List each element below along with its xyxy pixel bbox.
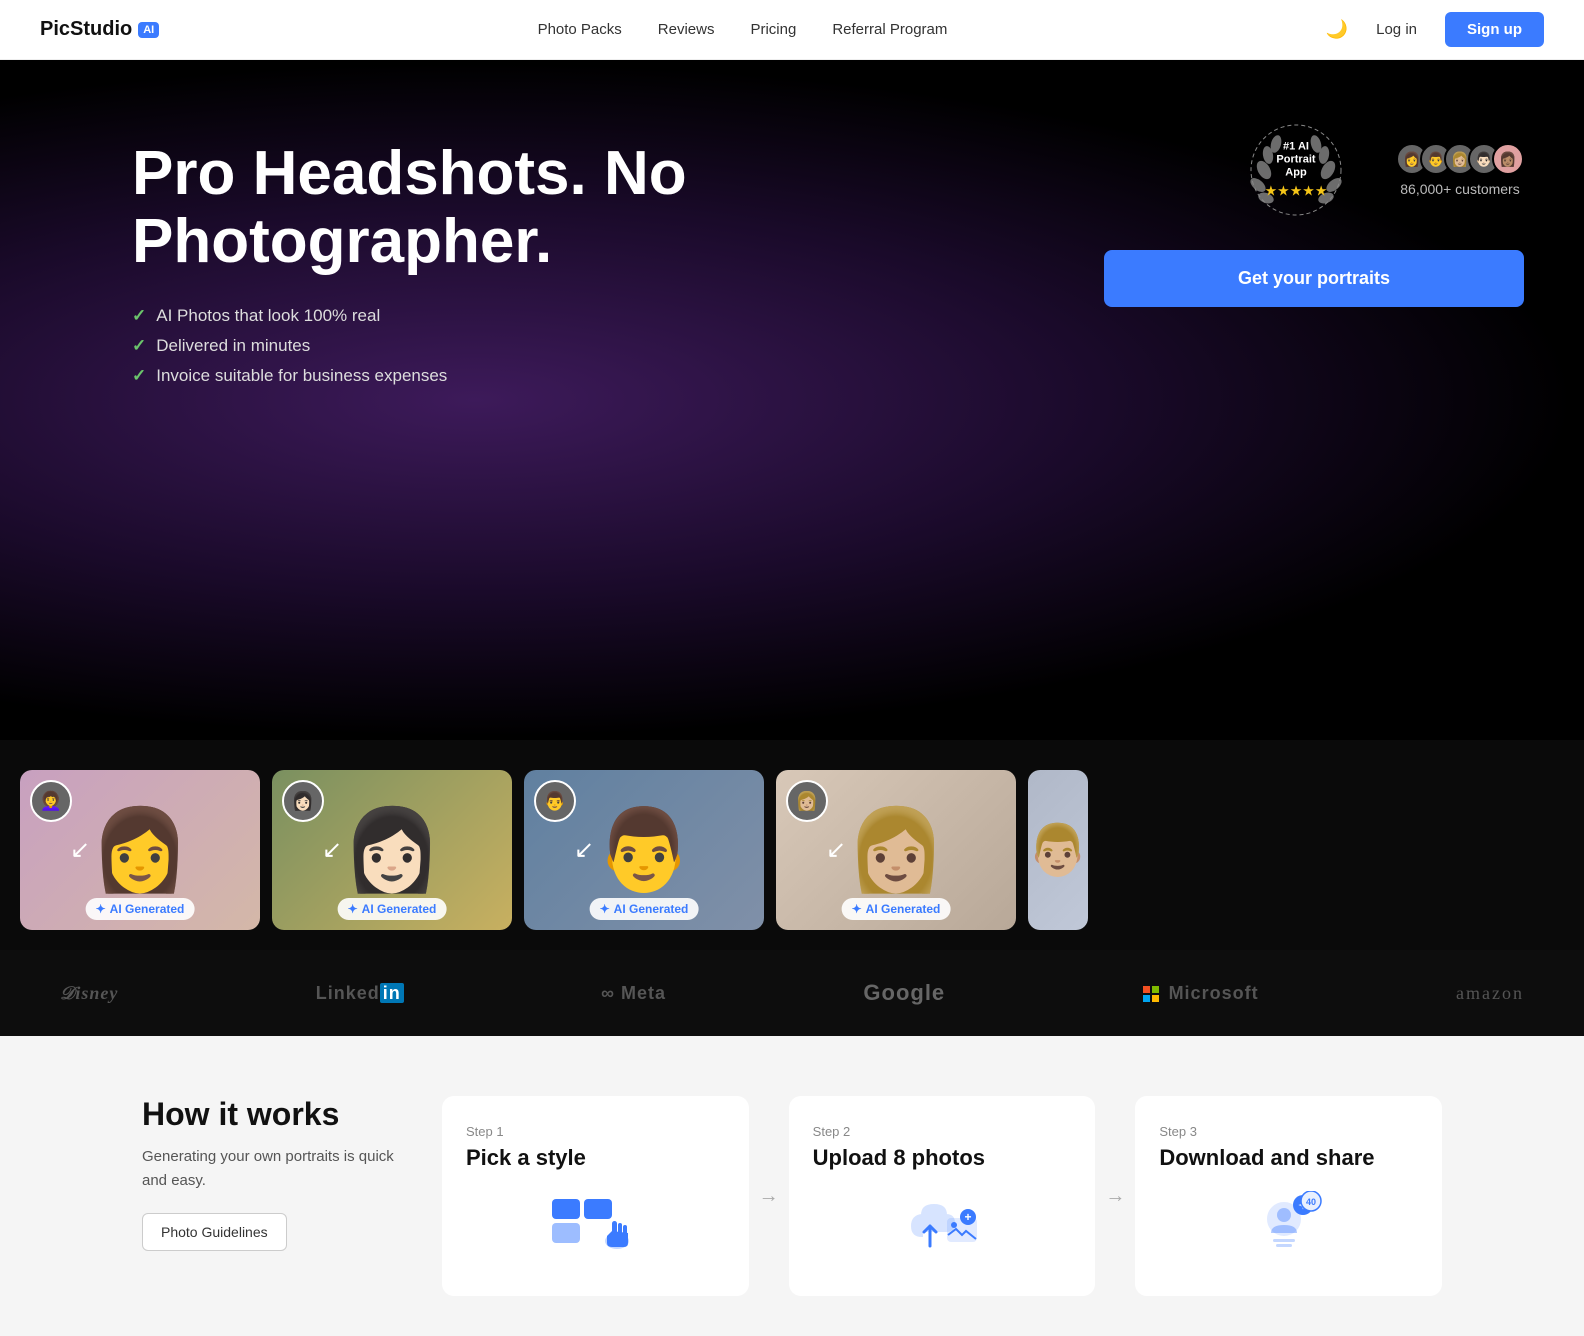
pick-style-icon <box>550 1191 640 1256</box>
steps-container: Step 1 Pick a style <box>442 1096 1442 1296</box>
original-thumb-2: 👩🏻 <box>282 780 324 822</box>
award-title: #1 AI Portrait App <box>1265 141 1328 181</box>
customers-badge: 👩 👨 👩🏼 👨🏻 👩🏽 86,000+ customers <box>1396 143 1524 197</box>
customers-count: 86,000+ customers <box>1400 181 1519 197</box>
nav-referral[interactable]: Referral Program <box>832 21 947 38</box>
how-inner: How it works Generating your own portrai… <box>142 1096 1442 1296</box>
hero-section: Pro Headshots. No Photographer. AI Photo… <box>0 60 1584 740</box>
cta-button[interactable]: Get your portraits <box>1104 250 1524 307</box>
hero-headline: Pro Headshots. No Photographer. <box>132 140 712 276</box>
brand-google: Google <box>863 980 945 1006</box>
ai-badge-label-3: ✦ AI Generated <box>590 898 699 920</box>
hero-right: #1 AI Portrait App ★★★★★ 👩 👨 👩🏼 👨🏻 👩🏽 86… <box>1104 120 1584 307</box>
ai-badge-label-1: ✦ AI Generated <box>86 898 195 920</box>
original-thumb-4: 👩🏼 <box>786 780 828 822</box>
step-1-icon <box>466 1191 725 1256</box>
photo-card-1: 👩 👩‍🦱 ↙ ✦ AI Generated <box>20 770 260 930</box>
photo-card-4: 👩🏼 👩🏼 ↙ ✦ AI Generated <box>776 770 1016 930</box>
original-thumb-3: 👨 <box>534 780 576 822</box>
photo-card-5: 👨🏼 <box>1028 770 1088 930</box>
step-card-3: Step 3 Download and share ✦ 40 <box>1135 1096 1442 1296</box>
svg-text:40: 40 <box>1306 1197 1316 1207</box>
hero-badges: #1 AI Portrait App ★★★★★ 👩 👨 👩🏼 👨🏻 👩🏽 86… <box>1246 120 1524 220</box>
arrow-icon-3: ↙ <box>574 836 594 865</box>
how-description: Generating your own portraits is quick a… <box>142 1145 402 1193</box>
brand-amazon: amazon <box>1456 983 1524 1004</box>
brands-bar: 𝒟isney Linkedin ∞ Meta Google Microsoft … <box>0 950 1584 1036</box>
ai-star-icon-4: ✦ <box>852 902 862 916</box>
theme-toggle-icon[interactable]: 🌙 <box>1326 19 1348 40</box>
ai-star-icon-1: ✦ <box>96 902 106 916</box>
nav-pricing[interactable]: Pricing <box>750 21 796 38</box>
step-2-number: Step 2 <box>813 1124 1072 1139</box>
download-share-icon: ✦ 40 <box>1249 1191 1329 1256</box>
photo-card-3: 👨 👨 ↙ ✦ AI Generated <box>524 770 764 930</box>
step-1-number: Step 1 <box>466 1124 725 1139</box>
how-title: How it works <box>142 1096 402 1133</box>
step-3-title: Download and share <box>1159 1145 1418 1171</box>
ai-star-icon-3: ✦ <box>600 902 610 916</box>
original-thumb-1: 👩‍🦱 <box>30 780 72 822</box>
brand-meta: ∞ Meta <box>601 983 666 1004</box>
hero-feature-1: AI Photos that look 100% real <box>132 306 712 326</box>
nav-links: Photo Packs Reviews Pricing Referral Pro… <box>538 21 948 38</box>
ai-star-icon-2: ✦ <box>348 902 358 916</box>
nav-reviews[interactable]: Reviews <box>658 21 715 38</box>
how-section: How it works Generating your own portrai… <box>0 1036 1584 1336</box>
arrow-icon-4: ↙ <box>826 836 846 865</box>
microsoft-icon <box>1143 986 1159 1002</box>
step-3-icon: ✦ 40 <box>1159 1191 1418 1256</box>
step-1-title: Pick a style <box>466 1145 725 1171</box>
signup-button[interactable]: Sign up <box>1445 12 1544 47</box>
step-3-number: Step 3 <box>1159 1124 1418 1139</box>
hero-feature-2: Delivered in minutes <box>132 336 712 356</box>
arrow-icon-1: ↙ <box>70 836 90 865</box>
photo-strip-inner: 👩 👩‍🦱 ↙ ✦ AI Generated 👩🏻 👩🏻 ↙ ✦ AI Gene… <box>0 770 1584 930</box>
navbar: PicStudio AI Photo Packs Reviews Pricing… <box>0 0 1584 60</box>
logo-text: PicStudio <box>40 18 132 41</box>
award-stars: ★★★★★ <box>1265 182 1328 199</box>
ai-badge-label-4: ✦ AI Generated <box>842 898 951 920</box>
step-2-icon: + <box>813 1191 1072 1256</box>
ai-badge-label-2: ✦ AI Generated <box>338 898 447 920</box>
nav-right: 🌙 Log in Sign up <box>1326 12 1544 47</box>
brand-linkedin: Linkedin <box>316 983 404 1004</box>
how-text: How it works Generating your own portrai… <box>142 1096 402 1251</box>
ai-badge: AI <box>138 22 159 38</box>
step-card-1: Step 1 Pick a style <box>442 1096 749 1296</box>
hero-feature-3: Invoice suitable for business expenses <box>132 366 712 386</box>
nav-photo-packs[interactable]: Photo Packs <box>538 21 622 38</box>
arrow-icon-2: ↙ <box>322 836 342 865</box>
step-2-title: Upload 8 photos <box>813 1145 1072 1171</box>
guidelines-button[interactable]: Photo Guidelines <box>142 1213 287 1251</box>
login-button[interactable]: Log in <box>1364 13 1429 46</box>
step-card-2: Step 2 Upload 8 photos + <box>789 1096 1096 1296</box>
step-arrow-2: → <box>1095 1185 1135 1208</box>
hero-features: AI Photos that look 100% real Delivered … <box>132 306 712 386</box>
award-badge: #1 AI Portrait App ★★★★★ <box>1246 120 1346 220</box>
photo-card-2: 👩🏻 👩🏻 ↙ ✦ AI Generated <box>272 770 512 930</box>
step-arrow-1: → <box>749 1185 789 1208</box>
award-ring: #1 AI Portrait App ★★★★★ <box>1246 120 1346 220</box>
brand-disney: 𝒟isney <box>60 983 118 1004</box>
photo-bg-5: 👨🏼 <box>1028 770 1088 930</box>
customer-avatar-5: 👩🏽 <box>1492 143 1524 175</box>
customer-avatars: 👩 👨 👩🏼 👨🏻 👩🏽 <box>1396 143 1524 175</box>
brand-microsoft: Microsoft <box>1143 983 1259 1004</box>
svg-text:+: + <box>964 1210 971 1224</box>
upload-icon: + <box>902 1191 982 1256</box>
logo[interactable]: PicStudio AI <box>40 18 159 41</box>
photo-strip: 👩 👩‍🦱 ↙ ✦ AI Generated 👩🏻 👩🏻 ↙ ✦ AI Gene… <box>0 740 1584 950</box>
